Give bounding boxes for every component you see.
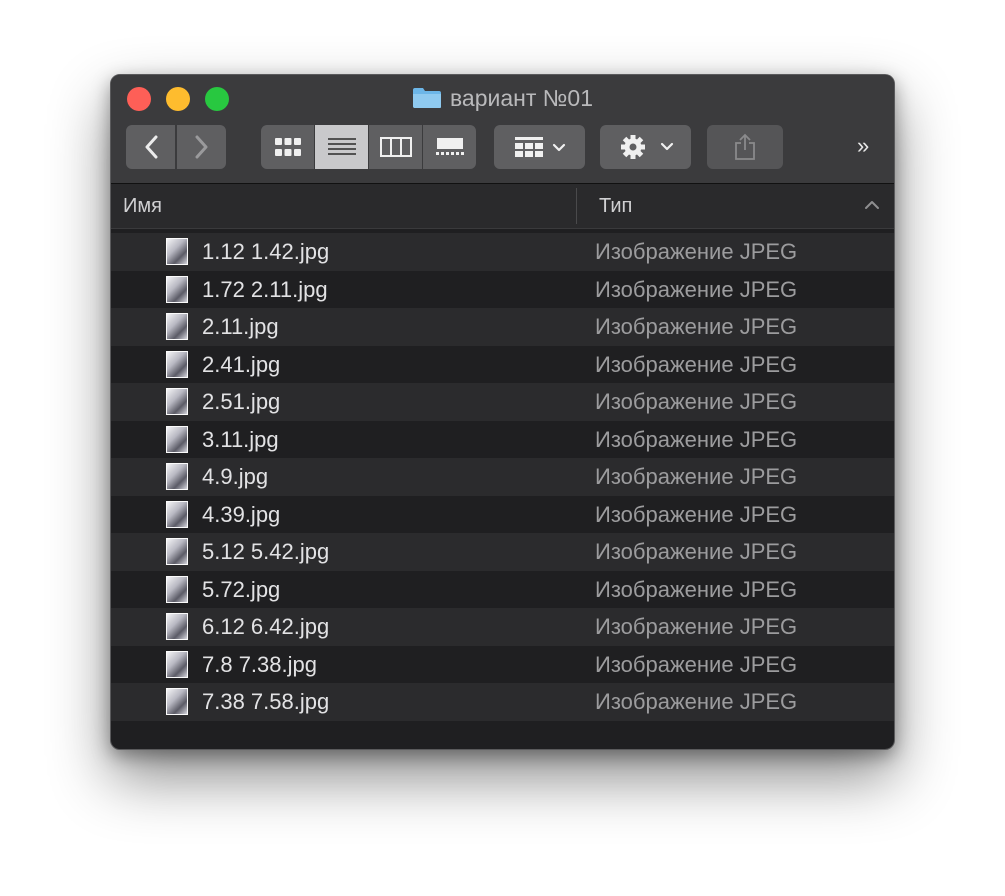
file-name: 5.12 5.42.jpg (202, 539, 330, 564)
list-icon (327, 138, 356, 155)
file-row[interactable]: 7.8 7.38.jpg Изображение JPEG (111, 645, 894, 683)
action-button[interactable] (600, 125, 691, 169)
file-name: 5.72.jpg (202, 576, 281, 602)
window-title-text: вариант №01 (449, 85, 594, 111)
column-view-button[interactable] (369, 125, 422, 169)
jpeg-thumbnail-icon (166, 650, 188, 678)
jpeg-thumbnail-icon (166, 238, 188, 265)
file-row[interactable]: 7.38 7.58.jpg Изображение JPEG (111, 683, 894, 721)
chevron-right-icon (195, 135, 207, 159)
folder-icon (412, 88, 441, 108)
titlebar: вариант №01 » (111, 75, 894, 184)
group-icon (514, 137, 565, 157)
file-name: 4.9.jpg (202, 464, 269, 489)
gear-icon (620, 135, 673, 159)
file-name: 6.12 6.42.jpg (202, 614, 330, 639)
column-header-kind[interactable]: Тип (599, 195, 632, 218)
file-name: 3.11.jpg (202, 426, 279, 452)
group-button[interactable] (494, 125, 585, 169)
file-row[interactable]: 5.12 5.42.jpg Изображение JPEG (111, 533, 894, 571)
file-name: 7.8 7.38.jpg (202, 651, 317, 677)
chevron-left-icon (145, 135, 157, 159)
columns-icon (379, 137, 412, 157)
file-name: 2.11.jpg (202, 314, 279, 339)
file-row[interactable]: 1.72 2.11.jpg Изображение JPEG (111, 270, 894, 308)
file-kind: Изображение JPEG (595, 501, 798, 527)
file-kind: Изображение JPEG (595, 426, 798, 452)
file-kind: Изображение JPEG (595, 576, 798, 602)
jpeg-thumbnail-icon (166, 500, 188, 528)
file-name: 1.72 2.11.jpg (202, 276, 328, 302)
file-name: 7.38 7.58.jpg (202, 689, 330, 714)
share-button[interactable] (707, 125, 783, 169)
file-row[interactable]: 2.51.jpg Изображение JPEG (111, 383, 894, 421)
file-kind: Изображение JPEG (595, 651, 798, 677)
file-row[interactable]: 1.12 1.42.jpg Изображение JPEG (111, 233, 894, 271)
column-divider[interactable] (576, 188, 577, 224)
file-name: 1.12 1.42.jpg (202, 239, 330, 264)
icon-view-button[interactable] (261, 125, 314, 169)
window-title: вариант №01 (111, 83, 894, 113)
sort-ascending-icon[interactable] (864, 200, 880, 210)
file-name: 4.39.jpg (202, 501, 281, 527)
file-row[interactable]: 6.12 6.42.jpg Изображение JPEG (111, 608, 894, 646)
grid-icon (274, 138, 301, 156)
file-kind: Изображение JPEG (595, 351, 798, 377)
file-kind: Изображение JPEG (595, 389, 798, 414)
column-header: Имя Тип (111, 184, 894, 229)
jpeg-thumbnail-icon (166, 350, 188, 378)
file-kind: Изображение JPEG (595, 614, 798, 639)
file-row[interactable]: 2.11.jpg Изображение JPEG (111, 308, 894, 346)
file-kind: Изображение JPEG (595, 539, 798, 564)
jpeg-thumbnail-icon (166, 538, 188, 565)
file-kind: Изображение JPEG (595, 239, 798, 264)
file-row[interactable]: 2.41.jpg Изображение JPEG (111, 345, 894, 383)
list-view-button[interactable] (315, 125, 368, 169)
column-header-name[interactable]: Имя (123, 195, 162, 218)
file-row[interactable]: 5.72.jpg Изображение JPEG (111, 570, 894, 608)
finder-window: вариант №01 » Имя Тип 1.12 1.42.jpg Изоб… (110, 74, 895, 750)
jpeg-thumbnail-icon (166, 388, 188, 415)
file-row[interactable]: 3.11.jpg Изображение JPEG (111, 420, 894, 458)
jpeg-thumbnail-icon (166, 613, 188, 640)
view-mode-control (261, 125, 477, 169)
file-name: 2.51.jpg (202, 389, 281, 414)
more-icon[interactable]: » (857, 133, 869, 159)
share-icon (735, 133, 755, 160)
forward-button[interactable] (177, 125, 226, 169)
file-kind: Изображение JPEG (595, 276, 798, 302)
jpeg-thumbnail-icon (166, 575, 188, 603)
file-kind: Изображение JPEG (595, 464, 798, 489)
jpeg-thumbnail-icon (166, 425, 188, 453)
gallery-icon (435, 138, 464, 155)
jpeg-thumbnail-icon (166, 313, 188, 340)
file-kind: Изображение JPEG (595, 689, 798, 714)
file-row[interactable]: 4.9.jpg Изображение JPEG (111, 458, 894, 496)
jpeg-thumbnail-icon (166, 463, 188, 490)
gallery-view-button[interactable] (423, 125, 476, 169)
file-kind: Изображение JPEG (595, 314, 798, 339)
back-button[interactable] (126, 125, 175, 169)
jpeg-thumbnail-icon (166, 275, 188, 303)
file-list: 1.12 1.42.jpg Изображение JPEG 1.72 2.11.j… (111, 233, 894, 721)
jpeg-thumbnail-icon (166, 688, 188, 715)
file-row[interactable]: 4.39.jpg Изображение JPEG (111, 495, 894, 533)
file-name: 2.41.jpg (202, 351, 281, 377)
